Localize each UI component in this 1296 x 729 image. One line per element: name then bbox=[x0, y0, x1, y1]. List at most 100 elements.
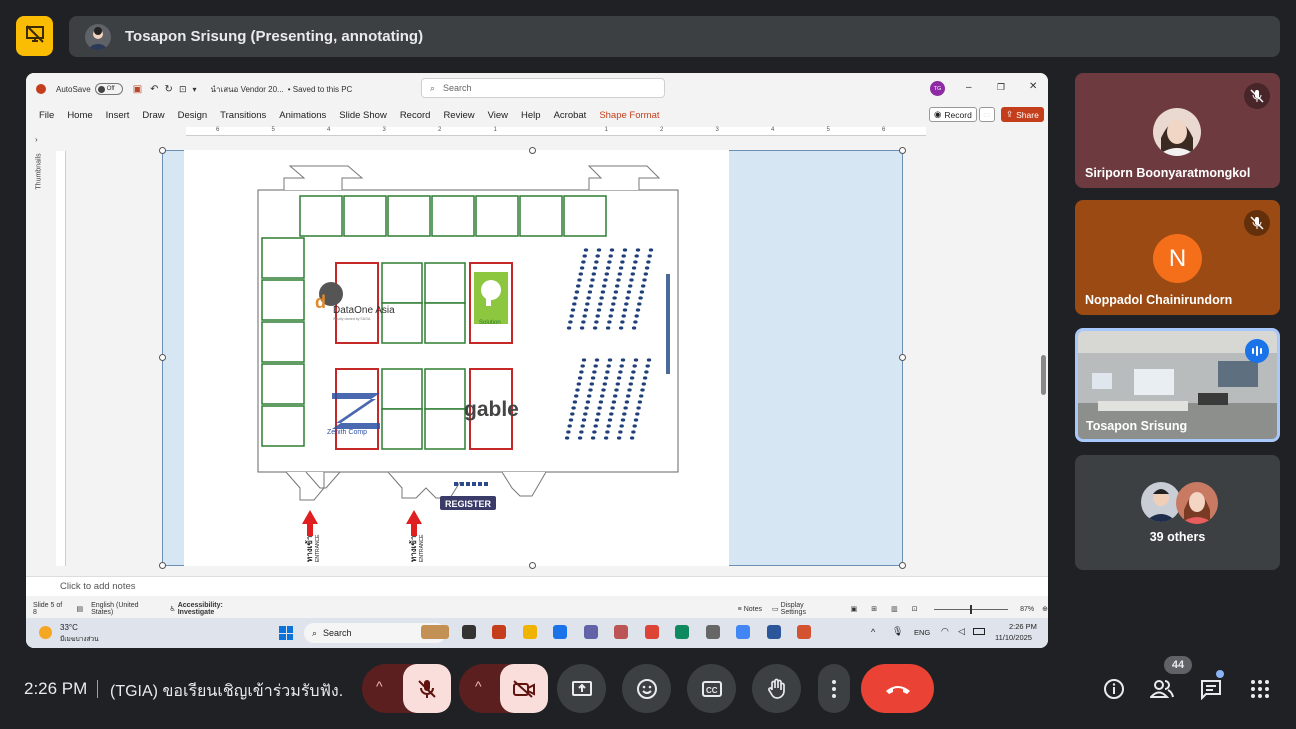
comments-icon[interactable]: ▭ bbox=[979, 107, 995, 122]
zoom-level[interactable]: 87% bbox=[1020, 606, 1034, 613]
ppt-search-box[interactable]: ⌕ Search bbox=[421, 78, 665, 98]
chrome-icon[interactable] bbox=[644, 625, 659, 639]
app-icon[interactable] bbox=[705, 625, 720, 639]
clock-time[interactable]: 2:26 PM bbox=[1009, 622, 1037, 631]
slide-canvas[interactable]: d DataOne Asia Wholly owned by SUGA Solu… bbox=[184, 150, 729, 566]
resize-handle[interactable] bbox=[529, 147, 536, 154]
captions-button[interactable]: CC bbox=[687, 664, 736, 713]
edge-icon[interactable] bbox=[675, 625, 689, 639]
resize-handle[interactable] bbox=[159, 562, 166, 569]
language-indicator[interactable]: English (United States) bbox=[91, 602, 159, 616]
ribbon-tab[interactable]: Acrobat bbox=[554, 110, 587, 121]
ribbon-tab[interactable]: Design bbox=[178, 110, 208, 121]
fit-slide-icon[interactable]: ⊕ bbox=[1042, 605, 1048, 613]
task-view-icon[interactable] bbox=[461, 625, 476, 639]
user-avatar[interactable]: TG bbox=[930, 81, 945, 96]
teams-icon[interactable] bbox=[583, 625, 598, 639]
start-icon[interactable] bbox=[279, 626, 293, 640]
file-explorer-icon[interactable] bbox=[522, 625, 537, 639]
redo-icon[interactable]: ↻ bbox=[165, 84, 173, 95]
store-icon[interactable] bbox=[553, 625, 567, 639]
chrome-profile-icon[interactable] bbox=[736, 625, 750, 639]
minimize-icon[interactable]: – bbox=[966, 82, 972, 93]
record-button[interactable]: ◉ Record bbox=[929, 107, 977, 122]
camera-toggle-button[interactable] bbox=[500, 664, 548, 713]
ribbon-tab[interactable]: Animations bbox=[279, 110, 326, 121]
meeting-info-icon[interactable] bbox=[1101, 676, 1127, 702]
zoom-thumb[interactable] bbox=[969, 604, 972, 614]
ribbon-tab[interactable]: File bbox=[39, 110, 54, 121]
powerpoint-icon[interactable] bbox=[797, 625, 811, 639]
slideshow-view-icon[interactable]: ⊡ bbox=[912, 605, 918, 613]
accessibility-status[interactable]: Accessibility: Investigate bbox=[178, 602, 258, 616]
zoom-slider[interactable] bbox=[933, 604, 1009, 614]
notes-pane[interactable]: Click to add notes bbox=[26, 576, 1048, 596]
display-settings[interactable]: Display Settings bbox=[781, 602, 829, 616]
news-widget-icon[interactable] bbox=[421, 625, 449, 639]
mic-toggle-button[interactable] bbox=[403, 664, 451, 713]
close-icon[interactable]: ✕ bbox=[1029, 81, 1037, 92]
ribbon-tab[interactable]: Slide Show bbox=[339, 110, 387, 121]
resize-handle[interactable] bbox=[899, 562, 906, 569]
resize-handle[interactable] bbox=[899, 147, 906, 154]
participant-tile-speaking[interactable]: Tosapon Srisung bbox=[1075, 328, 1280, 442]
save-icon[interactable]: ▣ bbox=[133, 84, 142, 95]
participant-tile[interactable]: Siriporn Boonyaratmongkol bbox=[1075, 73, 1280, 188]
ribbon-tab[interactable]: Insert bbox=[106, 110, 130, 121]
ribbon-tab[interactable]: Record bbox=[400, 110, 431, 121]
ribbon-tab[interactable]: Transitions bbox=[220, 110, 266, 121]
present-screen-button[interactable] bbox=[557, 664, 606, 713]
share-button[interactable]: ⇪ Share bbox=[1001, 107, 1044, 122]
participant-tile[interactable]: N Noppadol Chainirundorn bbox=[1075, 200, 1280, 315]
present-icon[interactable]: ⊡ bbox=[179, 84, 187, 95]
reading-view-icon[interactable]: ▥ bbox=[891, 605, 898, 613]
notes-toggle[interactable]: Notes bbox=[744, 606, 762, 613]
resize-handle[interactable] bbox=[159, 354, 166, 361]
thumbnails-expand-icon[interactable]: › bbox=[35, 135, 38, 144]
weather-temp[interactable]: 33°C bbox=[60, 623, 78, 632]
clock-date[interactable]: 11/10/2025 bbox=[995, 633, 1032, 642]
chat-icon[interactable] bbox=[1198, 676, 1224, 702]
people-icon[interactable] bbox=[1149, 676, 1175, 702]
resize-handle[interactable] bbox=[899, 354, 906, 361]
raise-hand-button[interactable] bbox=[752, 664, 801, 713]
ribbon-tab[interactable]: Help bbox=[521, 110, 541, 121]
tray-chevron-icon[interactable]: ^ bbox=[871, 627, 875, 637]
saved-status[interactable]: • Saved to this PC bbox=[288, 85, 353, 94]
meeting-title[interactable]: (TGIA) ขอเรียนเชิญเข้าร่วมรับฟัง... bbox=[110, 679, 342, 704]
battery-icon[interactable] bbox=[973, 628, 985, 635]
more-options-button[interactable] bbox=[818, 664, 850, 713]
scrollbar-thumb[interactable] bbox=[1041, 355, 1046, 395]
audio-options-chevron-icon[interactable]: ^ bbox=[376, 678, 383, 694]
resize-handle[interactable] bbox=[529, 562, 536, 569]
outlook-icon[interactable] bbox=[766, 625, 781, 639]
video-options-chevron-icon[interactable]: ^ bbox=[475, 678, 482, 694]
stop-presenting-button[interactable] bbox=[16, 16, 53, 56]
activities-grid-icon[interactable] bbox=[1247, 676, 1273, 702]
leave-call-button[interactable] bbox=[861, 664, 934, 713]
autosave-toggle[interactable]: Off bbox=[94, 83, 123, 95]
undo-icon[interactable]: ↶ bbox=[150, 84, 158, 95]
share-label: Share bbox=[1016, 109, 1039, 120]
ribbon-tab[interactable]: Home bbox=[67, 110, 92, 121]
maximize-icon[interactable]: ❐ bbox=[997, 82, 1005, 93]
ribbon-tab[interactable]: Review bbox=[443, 110, 474, 121]
ribbon-tab[interactable]: Shape Format bbox=[599, 110, 659, 121]
reactions-button[interactable] bbox=[622, 664, 671, 713]
normal-view-icon[interactable]: ▣ bbox=[851, 605, 858, 613]
others-tile[interactable]: 39 others bbox=[1075, 455, 1280, 570]
app-icon[interactable] bbox=[614, 625, 628, 639]
app-icon[interactable] bbox=[492, 625, 506, 639]
sorter-view-icon[interactable]: ⊞ bbox=[871, 605, 877, 613]
volume-icon[interactable]: ◁ bbox=[958, 626, 965, 637]
customize-icon[interactable]: ▾ bbox=[192, 85, 196, 94]
mic-tray-icon[interactable]: 🎙 bbox=[892, 626, 903, 637]
ribbon-tab[interactable]: View bbox=[488, 110, 508, 121]
input-language[interactable]: ENG bbox=[914, 628, 930, 637]
resize-handle[interactable] bbox=[159, 147, 166, 154]
thumbnails-label[interactable]: Thumbnails bbox=[36, 153, 43, 189]
vertical-scrollbar[interactable] bbox=[1040, 127, 1048, 567]
wifi-icon[interactable]: ◠ bbox=[941, 626, 949, 637]
spelling-icon[interactable]: ▤ bbox=[76, 605, 83, 613]
ribbon-tab[interactable]: Draw bbox=[142, 110, 164, 121]
